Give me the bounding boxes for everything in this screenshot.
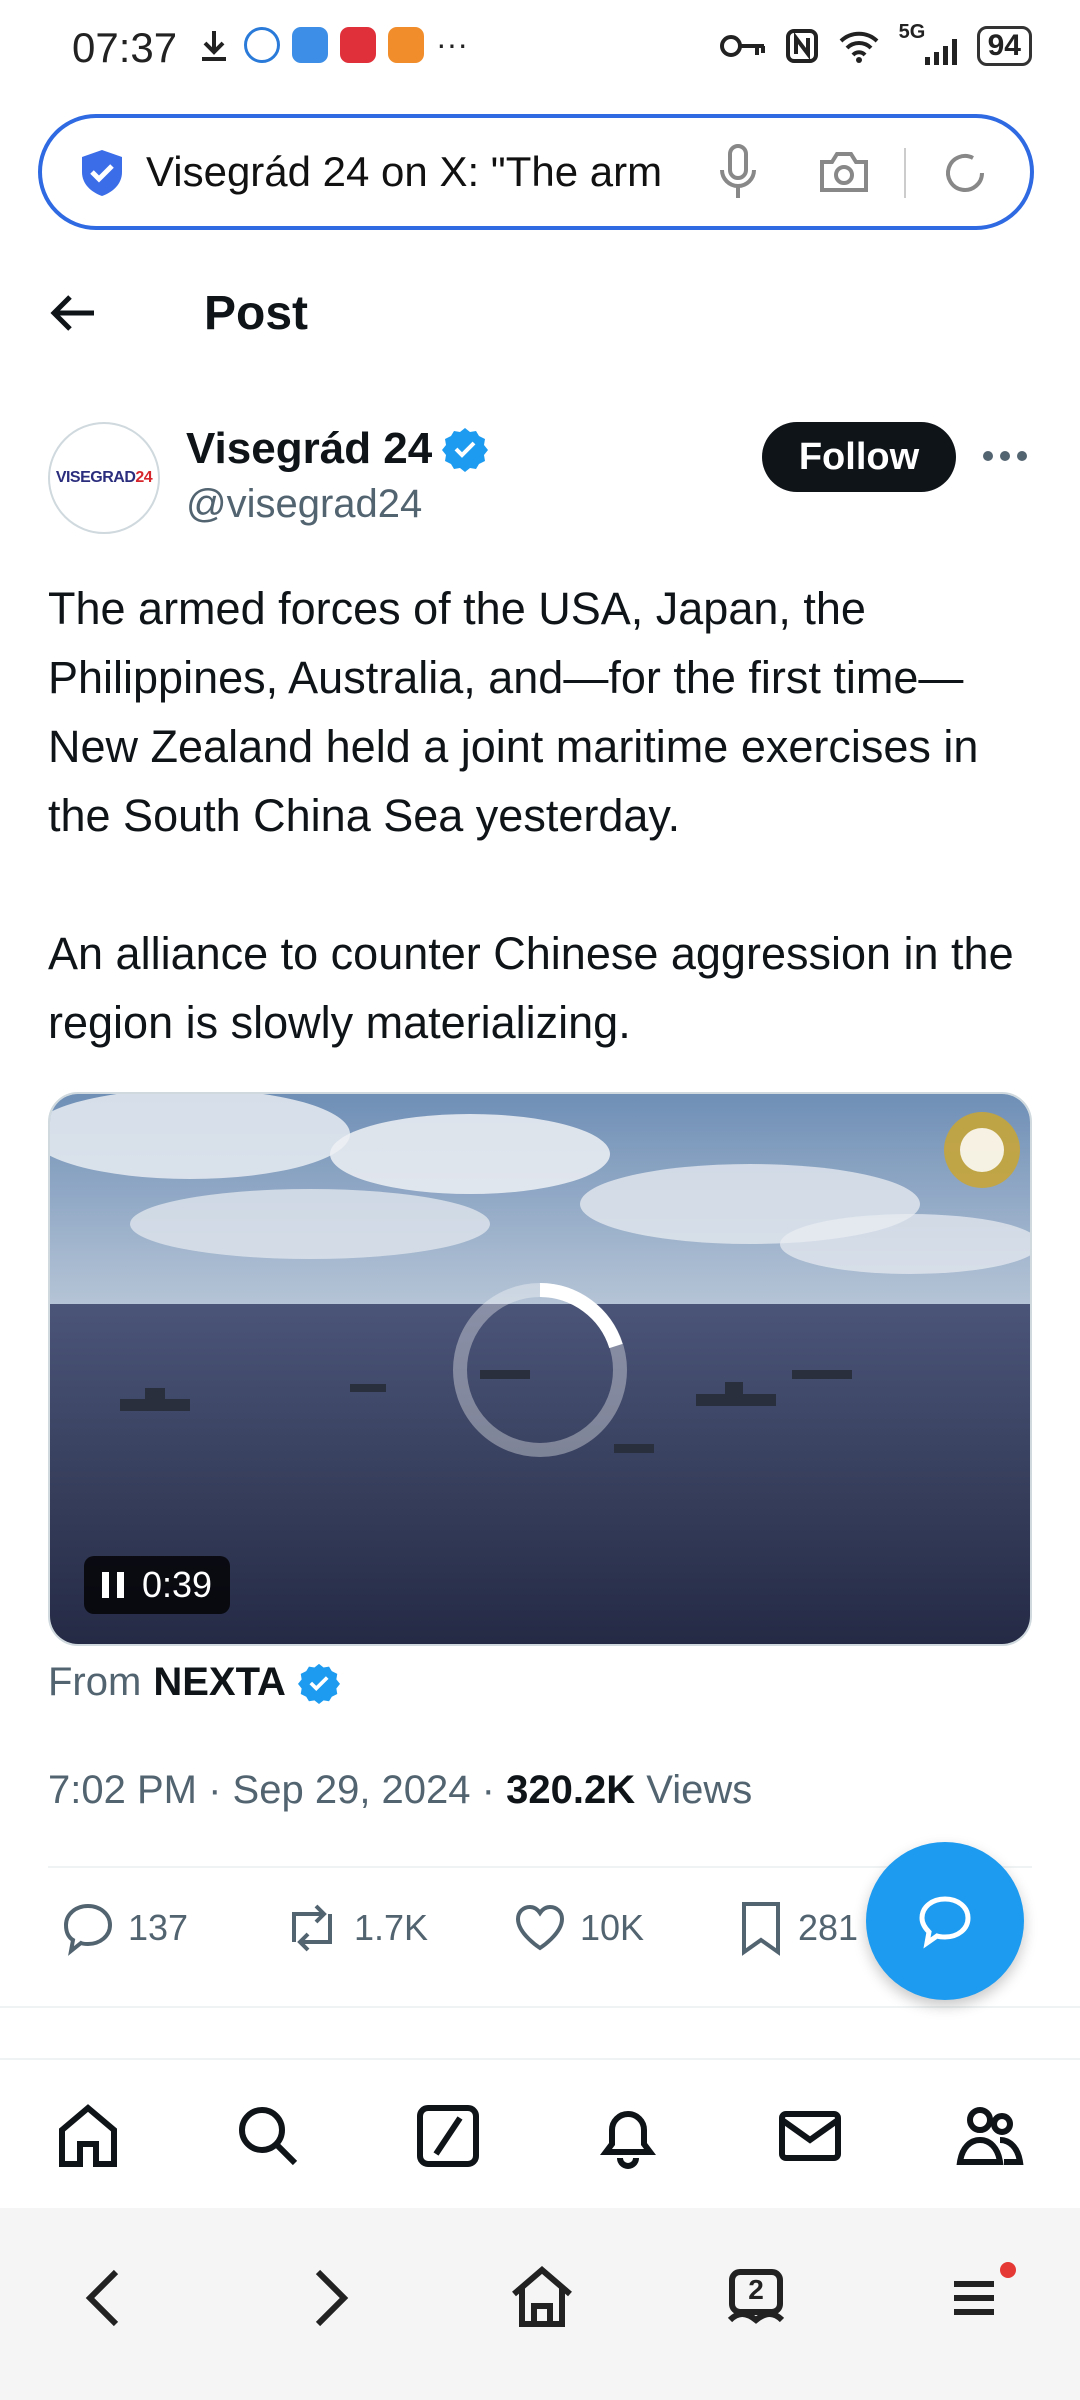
- repost-button[interactable]: 1.7K: [282, 1900, 428, 1956]
- back-icon[interactable]: [70, 2262, 142, 2334]
- divider: [0, 2006, 1080, 2008]
- post-time[interactable]: 7:02 PM: [48, 1768, 197, 1812]
- nfc-icon: [785, 29, 818, 63]
- post-date[interactable]: Sep 29, 2024: [233, 1768, 471, 1812]
- search-icon[interactable]: [232, 2100, 304, 2172]
- bookmark-button[interactable]: 281: [736, 1900, 858, 1956]
- forward-icon[interactable]: [292, 2262, 364, 2334]
- camera-icon[interactable]: [818, 150, 870, 194]
- browser-toolbar: 2: [0, 2208, 1080, 2400]
- wifi-icon: [839, 31, 879, 63]
- repost-icon: [292, 1904, 332, 1952]
- reply-button[interactable]: 137: [60, 1900, 188, 1956]
- media-source[interactable]: From NEXTA: [48, 1660, 340, 1705]
- pause-icon[interactable]: [102, 1572, 124, 1598]
- home-icon[interactable]: [506, 2262, 578, 2334]
- bell-icon[interactable]: [592, 2100, 664, 2172]
- grok-icon[interactable]: [412, 2100, 484, 2172]
- views-label: Views: [646, 1768, 753, 1812]
- author-handle[interactable]: @visegrad24: [186, 482, 422, 527]
- app-bottom-nav: [0, 2058, 1080, 2210]
- media-source-name[interactable]: NEXTA: [153, 1660, 286, 1705]
- video-player[interactable]: 0:39: [48, 1092, 1032, 1646]
- download-icon: [202, 30, 226, 61]
- post-actions: 137 1.7K 10K 281: [60, 1900, 920, 1980]
- page-title: Post: [204, 287, 309, 340]
- avatar[interactable]: VISEGRAD 24: [48, 422, 160, 534]
- post-meta: 7:02 PM · Sep 29, 2024 · 320.2K Views: [48, 1768, 753, 1812]
- heart-icon: [515, 1904, 565, 1951]
- address-divider: [904, 148, 906, 198]
- video-duration[interactable]: 0:39: [84, 1556, 231, 1614]
- video-app-icon: [388, 26, 424, 63]
- microphone-icon[interactable]: [718, 144, 758, 200]
- tweet-text: The armed forces of the USA, Japan, the …: [48, 574, 1038, 1057]
- notification-dot: [1000, 2262, 1016, 2278]
- url-text[interactable]: Visegrád 24 on X: "The arm: [146, 148, 716, 196]
- refresh-icon[interactable]: [940, 148, 990, 198]
- follow-button[interactable]: Follow: [762, 422, 956, 492]
- verified-badge-icon: [442, 428, 489, 472]
- status-notification-icons: ···: [196, 26, 468, 63]
- new-message-fab[interactable]: [866, 1842, 1024, 2000]
- status-bar: 07:37 ··· 5G 94: [0, 0, 1080, 104]
- ifly-app-icon: [244, 26, 280, 63]
- home-icon[interactable]: [52, 2100, 124, 2172]
- communities-icon[interactable]: [954, 2100, 1026, 2172]
- menu-button[interactable]: [940, 2262, 1016, 2334]
- arrow-left-icon[interactable]: [48, 288, 98, 338]
- reply-bubble-icon: [63, 1903, 113, 1956]
- new-message-icon: [919, 1896, 971, 1949]
- like-button[interactable]: 10K: [512, 1900, 644, 1956]
- more-horizontal-icon[interactable]: [980, 430, 1030, 480]
- bookmark-icon: [742, 1902, 780, 1956]
- tab-count: 2: [748, 2274, 764, 2305]
- verified-badge-icon: [297, 1663, 340, 1704]
- status-time: 07:37: [72, 24, 178, 71]
- mail-icon[interactable]: [774, 2100, 846, 2172]
- tweet-paragraph: The armed forces of the USA, Japan, the …: [48, 583, 979, 841]
- battery-indicator: 94: [976, 26, 1032, 66]
- signal-indicator: 5G: [899, 21, 959, 65]
- address-bar[interactable]: Visegrád 24 on X: "The arm: [38, 114, 1034, 230]
- author-name[interactable]: Visegrád 24: [186, 424, 489, 474]
- huawei-app-icon: [340, 26, 376, 63]
- more-notifications: ···: [436, 26, 468, 62]
- weather-app-icon: [292, 26, 328, 63]
- views-count: 320.2K: [506, 1768, 636, 1812]
- key-icon: [719, 35, 765, 57]
- shield-check-icon: [82, 150, 122, 196]
- tabs-icon[interactable]: 2: [720, 2262, 792, 2334]
- status-system-icons: 5G 94: [719, 21, 1032, 66]
- tweet-paragraph: An alliance to counter Chinese aggressio…: [48, 928, 1014, 1048]
- divider: [48, 1866, 1032, 1868]
